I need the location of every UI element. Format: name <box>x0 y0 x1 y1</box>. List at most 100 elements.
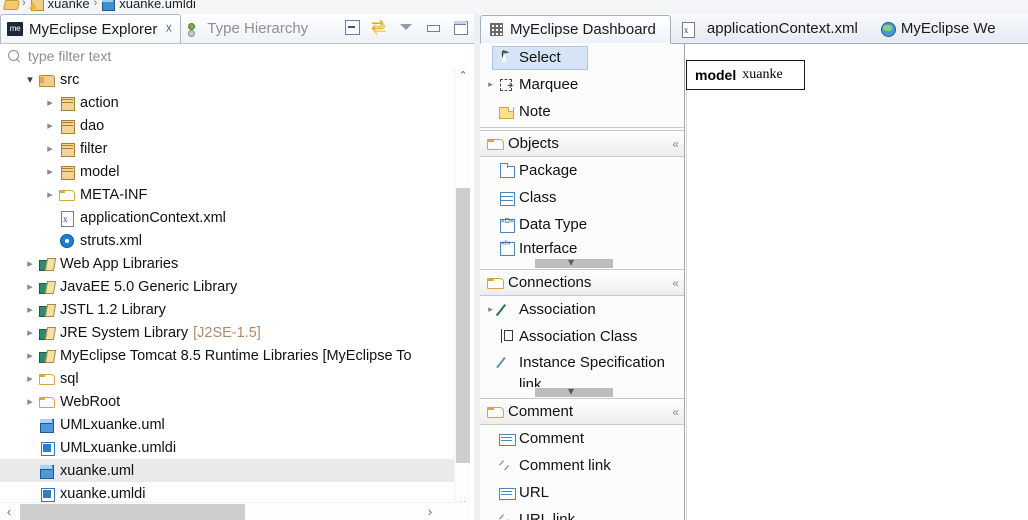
minimize-icon[interactable] <box>425 19 441 35</box>
tab-myeclipse-dashboard[interactable]: MyEclipse Dashboard <box>480 15 671 44</box>
tree-row[interactable]: UMLxuanke.uml <box>0 413 455 436</box>
breadcrumb-item-file[interactable]: xuanke.umldi <box>119 0 196 11</box>
tree-row[interactable]: ▸ MyEclipse Tomcat 8.5 Runtime Libraries… <box>0 344 455 367</box>
tree-row-selected[interactable]: xuanke.uml <box>0 459 455 482</box>
tree-item-label: action <box>80 94 119 111</box>
chevron-right-icon[interactable]: ▸ <box>22 349 38 362</box>
tab-label: MyEclipse Dashboard <box>510 21 656 38</box>
tree-row[interactable]: ▸ META-INF <box>0 183 455 206</box>
palette-item-instance-spec-link[interactable]: Instance Specification <box>480 350 684 374</box>
scroll-left-icon[interactable]: ‹ <box>0 503 18 520</box>
tab-myeclipse-web[interactable]: MyEclipse We <box>872 14 1010 43</box>
chevron-right-icon[interactable]: ▸ <box>42 165 58 178</box>
tree-row[interactable]: ▸ JRE System Library [J2SE-1.5] <box>0 321 455 344</box>
palette-item-association-class[interactable]: Association Class <box>480 323 684 350</box>
chevron-down-icon[interactable] <box>398 19 414 35</box>
scrollbar-thumb[interactable] <box>456 188 470 463</box>
tree-row[interactable]: ▸ model <box>0 160 455 183</box>
collapse-icon[interactable]: « <box>672 137 678 151</box>
package-icon <box>58 118 76 134</box>
explorer-toolbar <box>344 16 468 39</box>
tree-row[interactable]: ▸ JSTL 1.2 Library <box>0 298 455 321</box>
library-icon <box>38 348 56 364</box>
scroll-right-icon[interactable]: › <box>421 503 439 520</box>
palette-group-comment[interactable]: Comment « <box>480 398 684 425</box>
palette-scroll-connections[interactable]: ▾ <box>480 384 684 398</box>
library-icon <box>38 279 56 295</box>
association-icon <box>497 301 517 319</box>
chevron-right-icon[interactable]: ▸ <box>22 326 38 339</box>
uml-palette[interactable]: Select ▸ Marquee Note Objects « <box>480 44 685 520</box>
chevron-right-icon[interactable]: ▸ <box>42 96 58 109</box>
palette-scroll-objects[interactable]: ▾ <box>480 255 684 269</box>
palette-item-comment-link[interactable]: Comment link <box>480 452 684 479</box>
filter-row[interactable]: type filter text <box>0 44 474 68</box>
breadcrumb: › xuanke › xuanke.umldi <box>0 0 196 12</box>
xml-file-icon <box>58 210 76 227</box>
breadcrumb-item-project[interactable]: xuanke <box>48 0 90 11</box>
uml-diagram-canvas[interactable]: model xuanke <box>686 44 1028 520</box>
tab-applicationcontext-xml[interactable]: applicationContext.xml <box>671 14 872 43</box>
collapse-all-icon[interactable] <box>344 19 360 35</box>
tree-item-label: JSTL 1.2 Library <box>60 301 166 318</box>
chevron-right-icon[interactable]: ▸ <box>484 304 497 315</box>
palette-item-marquee[interactable]: ▸ Marquee <box>480 71 684 98</box>
palette-item-data-type[interactable]: Data Type <box>480 211 684 238</box>
tree-row[interactable]: ▾ src <box>0 68 455 91</box>
tree-vertical-scrollbar[interactable]: ⌃ ⌄ <box>454 68 470 510</box>
palette-item-url[interactable]: URL <box>480 479 684 506</box>
palette-item-package[interactable]: Package <box>480 157 684 184</box>
link-editor-icon[interactable] <box>371 16 387 39</box>
chevron-down-icon[interactable]: ▾ <box>22 73 38 86</box>
umldi-file-icon <box>38 440 56 456</box>
tree-row[interactable]: ▸ filter <box>0 137 455 160</box>
tree-row[interactable]: UMLxuanke.umldi <box>0 436 455 459</box>
palette-item-label: Class <box>519 189 557 206</box>
chevron-right-icon[interactable]: ▸ <box>22 257 38 270</box>
scroll-up-icon[interactable]: ⌃ <box>455 68 471 85</box>
uml-model-element[interactable]: model xuanke <box>686 60 805 90</box>
chevron-right-icon[interactable]: ▸ <box>484 79 497 90</box>
palette-divider <box>480 127 684 128</box>
scrollbar-thumb[interactable] <box>20 504 245 520</box>
collapse-icon[interactable]: « <box>672 276 678 290</box>
tree-row[interactable]: struts.xml <box>0 229 455 252</box>
tab-type-hierarchy[interactable]: Type Hierarchy <box>181 14 316 43</box>
chevron-right-icon[interactable]: ▸ <box>22 395 38 408</box>
chevron-right-icon[interactable]: ▸ <box>42 188 58 201</box>
palette-item-comment[interactable]: Comment <box>480 425 684 452</box>
tree-row[interactable]: ▸ dao <box>0 114 455 137</box>
palette-item-select[interactable]: Select <box>492 45 588 70</box>
chevron-down-icon[interactable]: ▾ <box>568 384 574 398</box>
tree-row[interactable]: ▸ WebRoot <box>0 390 455 413</box>
tree-row[interactable]: ▸ Web App Libraries <box>0 252 455 275</box>
folder-open-icon <box>486 403 506 421</box>
close-icon[interactable]: ☓ <box>165 21 172 37</box>
palette-item-url-link[interactable]: URL link <box>480 506 684 520</box>
tree-row[interactable]: applicationContext.xml <box>0 206 455 229</box>
chevron-right-icon[interactable]: ▸ <box>22 372 38 385</box>
tab-myeclipse-explorer[interactable]: me MyEclipse Explorer ☓ <box>0 14 182 43</box>
tree-horizontal-scrollbar[interactable]: ‹ › <box>0 502 455 520</box>
chevron-right-icon[interactable]: ▸ <box>22 280 38 293</box>
palette-item-class[interactable]: Class <box>480 184 684 211</box>
palette-group-objects[interactable]: Objects « <box>480 130 684 157</box>
tree-row[interactable]: ▸ JavaEE 5.0 Generic Library <box>0 275 455 298</box>
palette-item-association[interactable]: ▸ Association <box>480 296 684 323</box>
chevron-right-icon[interactable]: ▸ <box>22 303 38 316</box>
package-icon <box>58 141 76 157</box>
palette-item-note[interactable]: Note <box>480 98 684 125</box>
folder-open-icon <box>486 135 506 153</box>
chevron-down-icon[interactable]: ▾ <box>568 255 574 269</box>
collapse-icon[interactable]: « <box>672 405 678 419</box>
palette-item-interface[interactable]: Interface <box>480 238 684 258</box>
tree-row[interactable]: ▸ action <box>0 91 455 114</box>
chevron-right-icon[interactable]: ▸ <box>42 142 58 155</box>
chevron-right-icon[interactable]: ▸ <box>42 119 58 132</box>
project-tree[interactable]: ▾ src ▸ action ▸ dao ▸ filter ▸ model ▸ … <box>0 68 455 508</box>
palette-group-connections[interactable]: Connections « <box>480 269 684 296</box>
tab-label: Type Hierarchy <box>207 20 309 37</box>
maximize-icon[interactable] <box>452 19 468 35</box>
tree-row[interactable]: ▸ sql <box>0 367 455 390</box>
palette-item-select-wrap: Select <box>480 44 684 71</box>
